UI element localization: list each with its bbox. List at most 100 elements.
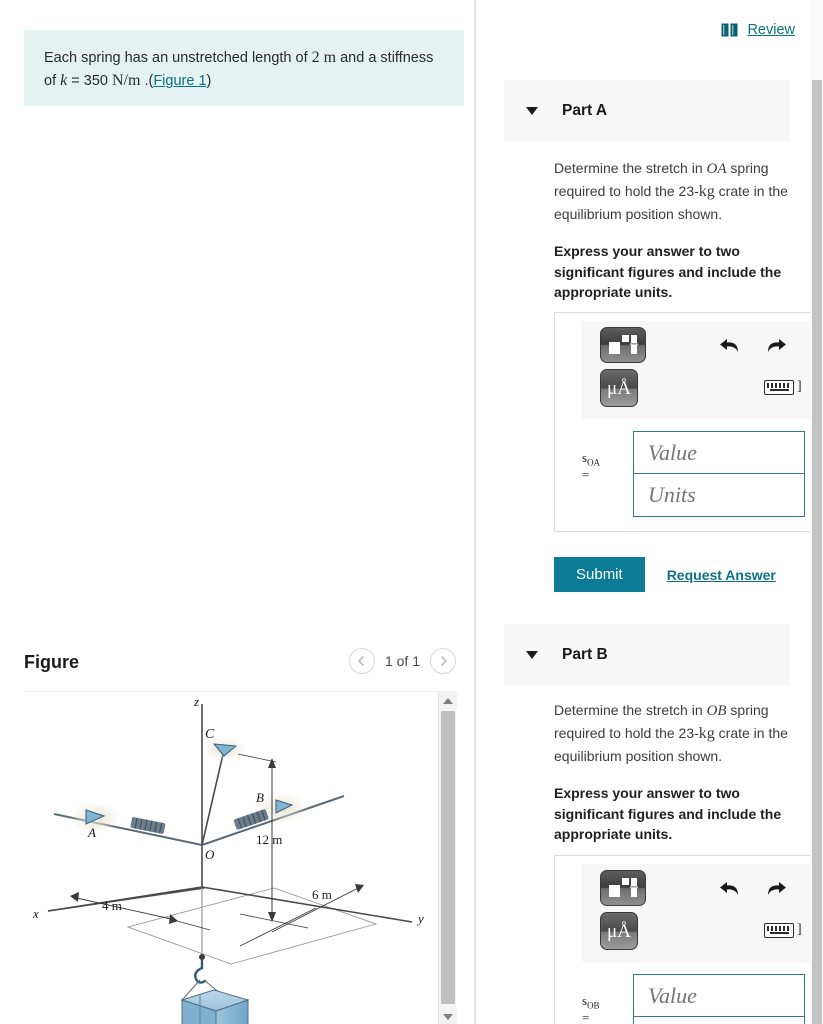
part-a-question-pre: Determine the stretch in	[554, 160, 707, 176]
part-a-body: Determine the stretch in OA spring requi…	[554, 158, 790, 303]
part-a-title: Part A	[562, 102, 608, 119]
dimension-6m: 6 m	[312, 887, 332, 902]
problem-text-part3: .(	[140, 73, 154, 90]
problem-statement-box: Each spring has an unstretched length of…	[24, 30, 464, 107]
dimension-12m: 12 m	[256, 832, 282, 847]
figure-next-button[interactable]	[430, 648, 456, 674]
page-scrollbar-thumb[interactable]	[812, 80, 822, 1024]
undo-button-a[interactable]	[718, 335, 740, 359]
units-mu-angstrom-icon: μÅ	[607, 920, 631, 942]
undo-arrow-icon	[720, 882, 738, 895]
figure-scroll-up-button[interactable]	[439, 692, 457, 709]
part-b-inputs	[633, 974, 805, 1024]
triangle-up-icon	[443, 697, 453, 704]
undo-button-b[interactable]	[718, 878, 740, 902]
units-button-a[interactable]: μÅ	[600, 369, 638, 407]
figure-prev-button[interactable]	[348, 648, 375, 674]
label-C: C	[205, 727, 215, 742]
caret-down-icon-part-b[interactable]	[526, 651, 538, 659]
figure-title: Figure	[24, 652, 80, 672]
triangle-down-icon	[443, 1013, 453, 1020]
part-a-answer-box: μÅ ] sOA = Value Units	[554, 312, 815, 532]
part-a-mass-unit: kg	[698, 183, 715, 201]
keyboard-bracket-label: ]	[797, 379, 802, 394]
dimension-4m: 4 m	[102, 898, 122, 913]
part-b-label-equals: =	[582, 1009, 590, 1024]
axis-label-z: z	[193, 694, 199, 709]
units-mu-angstrom-icon: μÅ	[607, 377, 631, 399]
label-B: B	[256, 790, 264, 805]
stiffness-equals-value: = 350	[67, 73, 112, 90]
part-b-title: Part B	[562, 646, 608, 663]
spring-crate-diagram-svg: A B C x y z O 12 m 4 m 6 m	[32, 694, 424, 1024]
part-a-instruction: Express your answer to two significant f…	[554, 243, 782, 301]
part-a-question: Determine the stretch in OA spring requi…	[554, 158, 790, 224]
part-b-instruction: Express your answer to two significant f…	[554, 785, 782, 843]
figure-1-link[interactable]: Figure 1	[153, 73, 206, 89]
redo-arrow-icon	[768, 882, 786, 895]
axis-label-x: x	[32, 906, 39, 921]
part-a-units-input[interactable]	[633, 474, 805, 517]
part-b-spring-label: OB	[706, 703, 727, 719]
review-link[interactable]: Review	[747, 22, 795, 38]
math-template-icon	[609, 878, 638, 897]
math-template-button-a[interactable]	[600, 327, 646, 363]
left-pane: Each spring has an unstretched length of…	[0, 0, 474, 1024]
keyboard-button-b[interactable]: ]	[764, 922, 802, 938]
math-template-button-b[interactable]	[600, 870, 646, 906]
problem-length-value: 2 m	[311, 49, 337, 66]
part-b-field-row: sOB =	[582, 974, 815, 1024]
part-a-value-input[interactable]	[633, 431, 805, 474]
figure-diagram: A B C x y z O 12 m 4 m 6 m	[24, 692, 438, 1024]
part-a-label-equals: =	[582, 466, 590, 482]
part-a-submit-row: Submit Request Answer	[554, 557, 776, 592]
keyboard-icon	[764, 379, 794, 395]
request-answer-link-part-a[interactable]: Request Answer	[667, 567, 776, 583]
chevron-right-icon	[440, 655, 447, 667]
submit-button-part-a[interactable]: Submit	[554, 557, 645, 592]
part-a-spring-label: OA	[706, 161, 727, 177]
part-a-answer-label: sOA =	[582, 450, 600, 483]
figure-panel: A B C x y z O 12 m 4 m 6 m	[24, 691, 457, 1024]
redo-button-b[interactable]	[766, 878, 788, 902]
figure-pager: 1 of 1	[348, 648, 456, 674]
part-b-value-input[interactable]	[633, 974, 805, 1017]
part-b-answer-label: sOB =	[582, 993, 600, 1024]
part-a-inputs	[633, 431, 805, 517]
part-b-mass-unit: kg	[698, 725, 715, 743]
figure-page-label: 1 of 1	[384, 653, 420, 669]
problem-close-paren: )	[206, 73, 212, 90]
label-A: A	[87, 825, 96, 840]
problem-text-part1: Each spring has an unstretched length of	[44, 50, 312, 66]
page-scrollbar[interactable]	[810, 0, 823, 1024]
label-O: O	[205, 847, 215, 862]
right-pane: Review Part A Determine the stretch in O…	[476, 0, 823, 1024]
keyboard-icon	[764, 922, 794, 938]
figure-scrollbar-thumb[interactable]	[441, 711, 455, 1004]
figure-scroll-down-button[interactable]	[439, 1008, 457, 1024]
keyboard-bracket-label: ]	[797, 922, 802, 937]
part-b-body: Determine the stretch in OB spring requi…	[554, 700, 790, 845]
stiffness-units: N/m	[111, 72, 141, 90]
part-a-field-row: sOA =	[582, 431, 815, 531]
part-b-question: Determine the stretch in OB spring requi…	[554, 700, 790, 766]
math-template-icon	[609, 335, 638, 354]
caret-down-icon-part-a[interactable]	[526, 107, 538, 115]
page-root: Each spring has an unstretched length of…	[0, 0, 823, 1024]
keyboard-button-a[interactable]: ]	[764, 379, 802, 395]
part-a-header[interactable]: Part A	[504, 80, 790, 142]
review-row[interactable]: Review	[721, 22, 795, 38]
figure-scrollbar[interactable]	[438, 692, 457, 1024]
part-b-header[interactable]: Part B	[504, 624, 790, 686]
units-button-b[interactable]: μÅ	[600, 912, 638, 950]
part-b-toolbar: μÅ ]	[582, 864, 815, 962]
axis-label-y: y	[416, 911, 424, 926]
part-a-toolbar: μÅ ]	[582, 321, 815, 419]
part-b-units-input[interactable]	[633, 1017, 805, 1024]
chevron-left-icon	[358, 655, 365, 667]
part-b-question-pre: Determine the stretch in	[554, 702, 707, 718]
book-icon	[721, 23, 738, 37]
redo-arrow-icon	[768, 339, 786, 352]
problem-statement-text: Each spring has an unstretched length of…	[44, 46, 444, 92]
redo-button-a[interactable]	[766, 335, 788, 359]
